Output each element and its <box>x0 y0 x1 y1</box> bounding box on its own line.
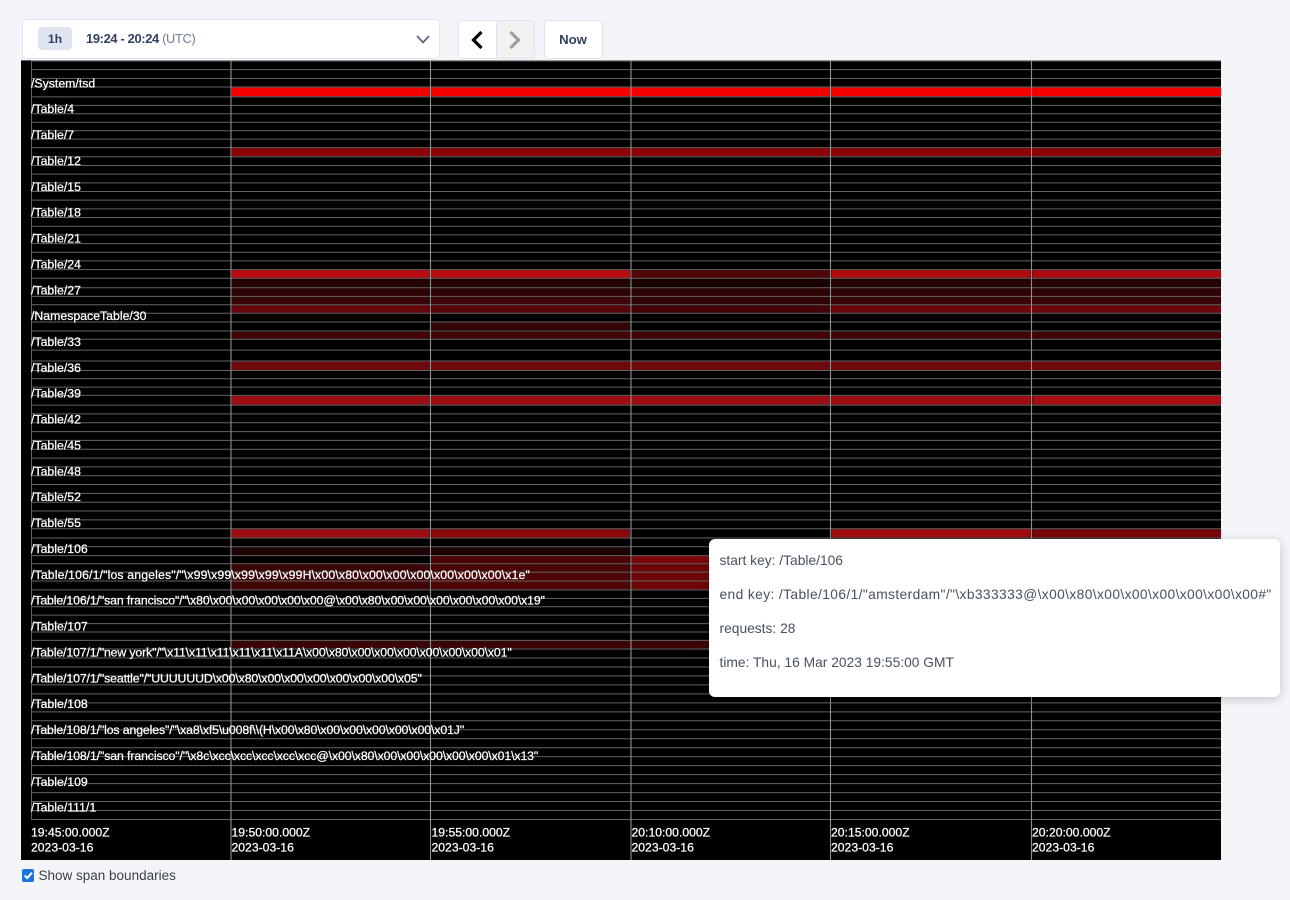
svg-text:19:50:00.000Z: 19:50:00.000Z <box>232 826 311 840</box>
svg-text:2023-03-16: 2023-03-16 <box>432 841 495 855</box>
svg-text:/Table/108/1/"los angeles"/"\x: /Table/108/1/"los angeles"/"\xa8\xf5\u00… <box>31 723 464 737</box>
svg-text:/Table/24: /Table/24 <box>31 257 81 271</box>
svg-text:/Table/111/1: /Table/111/1 <box>31 801 96 815</box>
svg-text:/Table/55: /Table/55 <box>31 516 81 530</box>
svg-text:/Table/109: /Table/109 <box>31 775 88 789</box>
svg-text:/Table/15: /Table/15 <box>31 180 81 194</box>
svg-text:19:45:00.000Z: 19:45:00.000Z <box>31 826 110 840</box>
svg-text:20:10:00.000Z: 20:10:00.000Z <box>632 826 711 840</box>
svg-text:2023-03-16: 2023-03-16 <box>31 841 94 855</box>
svg-text:/Table/21: /Table/21 <box>31 232 81 246</box>
svg-text:/Table/4: /Table/4 <box>31 102 74 116</box>
svg-text:/Table/42: /Table/42 <box>31 413 81 427</box>
svg-text:20:20:00.000Z: 20:20:00.000Z <box>1032 826 1111 840</box>
svg-text:/Table/106: /Table/106 <box>31 542 88 556</box>
svg-text:2023-03-16: 2023-03-16 <box>632 841 695 855</box>
svg-text:/NamespaceTable/30: /NamespaceTable/30 <box>31 309 147 323</box>
svg-text:/Table/107/1/"new york"/"\x11\: /Table/107/1/"new york"/"\x11\x11\x11\x1… <box>31 645 512 659</box>
svg-text:/Table/107/1/"seattle"/"UUUUUU: /Table/107/1/"seattle"/"UUUUUUD\x00\x80\… <box>31 671 422 685</box>
svg-text:/Table/45: /Table/45 <box>31 439 81 453</box>
svg-text:/Table/39: /Table/39 <box>31 387 81 401</box>
svg-text:/Table/106/1/"san francisco"/": /Table/106/1/"san francisco"/"\x80\x00\x… <box>31 594 545 608</box>
svg-text:2023-03-16: 2023-03-16 <box>831 841 894 855</box>
svg-text:2023-03-16: 2023-03-16 <box>232 841 295 855</box>
svg-text:/Table/107: /Table/107 <box>31 620 88 634</box>
svg-text:/Table/48: /Table/48 <box>31 464 81 478</box>
svg-text:/Table/36: /Table/36 <box>31 361 81 375</box>
svg-text:/Table/108/1/"san francisco"/": /Table/108/1/"san francisco"/"\x8c\xcc\x… <box>31 749 538 763</box>
svg-text:/Table/108: /Table/108 <box>31 697 88 711</box>
svg-text:/Table/12: /Table/12 <box>31 154 81 168</box>
svg-text:/Table/7: /Table/7 <box>31 128 74 142</box>
svg-text:/System/tsd: /System/tsd <box>31 76 95 90</box>
svg-text:19:55:00.000Z: 19:55:00.000Z <box>432 826 511 840</box>
svg-text:20:15:00.000Z: 20:15:00.000Z <box>831 826 910 840</box>
svg-text:/Table/52: /Table/52 <box>31 490 81 504</box>
svg-text:/Table/106/1/"los angeles"/"\x: /Table/106/1/"los angeles"/"\x99\x99\x99… <box>31 568 530 582</box>
svg-text:2023-03-16: 2023-03-16 <box>1032 841 1095 855</box>
svg-text:/Table/18: /Table/18 <box>31 206 81 220</box>
svg-text:/Table/27: /Table/27 <box>31 283 81 297</box>
svg-text:/Table/33: /Table/33 <box>31 335 81 349</box>
